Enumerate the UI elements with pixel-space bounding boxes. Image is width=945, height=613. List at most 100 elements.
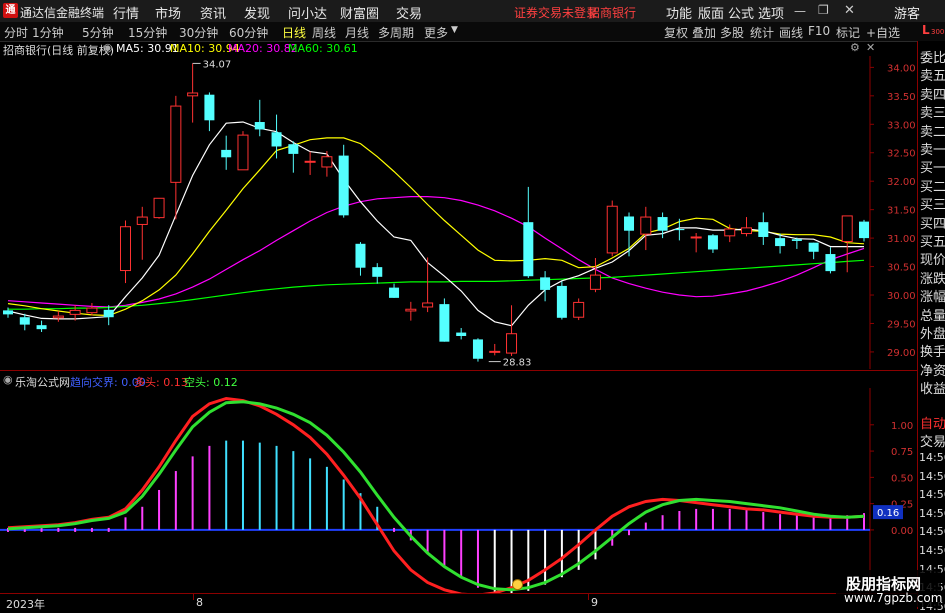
candle-body-down [808, 242, 819, 252]
add-favorite-button[interactable]: +自选 [866, 24, 900, 41]
indicator-settings-icon[interactable]: ◉ [3, 373, 13, 386]
candle-body-down [472, 339, 483, 359]
settings-icon[interactable]: ⚙ [850, 41, 860, 54]
period-1min[interactable]: 1分钟 [32, 24, 64, 41]
candle-body-up [321, 156, 333, 168]
candle-body-down [271, 132, 282, 147]
broker-name[interactable]: 招商银行 [588, 4, 636, 21]
candle-body-down [540, 277, 551, 290]
candle-body-down [791, 239, 802, 241]
panel-header: L 300 [919, 22, 945, 41]
period-tick[interactable]: 分时 [4, 24, 28, 41]
indicator-tick-label: 1.00 [891, 421, 913, 432]
watermark-url: www.7gpzb.com [844, 591, 943, 605]
candle-body-up [506, 333, 518, 354]
date-label-sep: 9 [591, 596, 598, 609]
minimize-icon[interactable]: — [794, 4, 806, 18]
menu-options[interactable]: 选项 [758, 3, 784, 22]
ma-settings-icon[interactable]: ◉ [103, 41, 113, 54]
pane-divider[interactable] [0, 370, 917, 371]
mark-button[interactable]: 标记 [836, 24, 860, 41]
trade-time: 14:56 [919, 451, 945, 464]
login-notice[interactable]: 证券交易未登录 [514, 4, 598, 21]
ma60-value: MA60: 30.61 [288, 42, 358, 55]
period-60min[interactable]: 60分钟 [229, 24, 268, 41]
candle-body-up [589, 274, 601, 290]
menu-wealth[interactable]: 财富圈 [340, 3, 379, 22]
indicator-chart[interactable]: 1.000.750.500.250.000.16 [0, 388, 917, 593]
period-daily[interactable]: 日线 [282, 24, 306, 41]
panel-item: 卖四 [920, 87, 945, 103]
stats-button[interactable]: 统计 [750, 24, 774, 41]
trade-time: 14:56 [919, 469, 945, 483]
overlay-button[interactable]: 叠加 [692, 24, 716, 41]
menu-formula[interactable]: 公式 [728, 3, 754, 22]
period-15min[interactable]: 15分钟 [128, 24, 167, 41]
candle-body-down [389, 287, 400, 298]
panel-item: 买二 [920, 179, 945, 195]
indicator-info-line: ◉ 乐淘公式网 趋向交界: 0.00 多头: 0.13 空头: 0.12 [0, 373, 400, 389]
menu-function[interactable]: 功能 [666, 3, 692, 22]
candle-body-down [3, 310, 13, 315]
restore-icon[interactable]: ❐ [818, 3, 829, 17]
menu-market[interactable]: 市场 [155, 3, 181, 22]
indicator-tick-label: 0.00 [891, 526, 913, 537]
candle-body-up [489, 350, 501, 353]
panel-header-number: 300 [931, 28, 945, 36]
candle-body-down [707, 235, 718, 250]
ma-line-ma5 [7, 121, 864, 327]
watermark: 股朋指标网 www.7gpzb.com [836, 570, 943, 607]
menu-ask[interactable]: 问小达 [288, 3, 327, 22]
chevron-down-icon[interactable]: ▼ [451, 25, 458, 35]
date-tick [193, 594, 194, 600]
menu-news[interactable]: 资讯 [200, 3, 226, 22]
quote-side-panel: 委比 卖五 卖四 卖三 卖二 卖一 买一 买二 买三 买四 买五 现价 涨跌 涨幅 总量 外盘 换手 净资 收益 自动… [917, 41, 945, 613]
candle-body-down [19, 317, 30, 325]
price-tick-label: 30.00 [887, 291, 916, 302]
price-tick-label: 30.50 [887, 263, 916, 274]
indicator-tick-label: 0.50 [891, 473, 913, 484]
f10-button[interactable]: F10 [808, 24, 830, 38]
candle-body-up [237, 134, 249, 171]
candle-body-down [36, 325, 47, 330]
price-tick-label: 31.00 [887, 234, 916, 245]
candlestick-chart[interactable]: 34.00 33.50 33.00 32.50 32.00 31.50 31.00 30.50… [0, 56, 917, 369]
tab-trade[interactable]: 交易 [920, 431, 945, 450]
period-monthly[interactable]: 月线 [345, 24, 369, 41]
multi-stock-button[interactable]: 多股 [720, 24, 744, 41]
panel-item: 外盘 [920, 327, 945, 342]
menu-trade[interactable]: 交易 [396, 3, 422, 22]
date-label-aug: 8 [196, 596, 203, 609]
period-weekly[interactable]: 周线 [312, 24, 336, 41]
high-annotation: 34.07 [203, 59, 232, 70]
candle-body-down [825, 254, 836, 272]
menu-quotes[interactable]: 行情 [113, 3, 139, 22]
close-chart-icon[interactable]: ✕ [866, 41, 875, 54]
tab-auto[interactable]: 自动 [920, 413, 945, 432]
menu-discover[interactable]: 发现 [244, 3, 270, 22]
candle-body-down [456, 332, 467, 336]
candle-body-up [841, 215, 853, 243]
draw-button[interactable]: 画线 [779, 24, 803, 41]
period-30min[interactable]: 30分钟 [179, 24, 218, 41]
app-name: 通达信金融终端 [20, 6, 105, 20]
date-tick [588, 594, 589, 600]
menu-layout[interactable]: 版面 [698, 3, 724, 22]
guest-label[interactable]: 游客 [894, 3, 920, 22]
period-5min[interactable]: 5分钟 [82, 24, 114, 41]
candle-body-down [288, 144, 299, 154]
period-multi[interactable]: 多周期 [378, 24, 414, 41]
candle-body-down [204, 94, 215, 121]
period-more[interactable]: 更多 [424, 24, 448, 41]
candle-body-up [153, 197, 165, 219]
panel-item: 涨幅 [920, 290, 945, 306]
price-tick-label: 29.50 [887, 319, 916, 330]
adjust-button[interactable]: 复权 [664, 24, 688, 41]
candle-body-up [170, 105, 182, 183]
trade-time: 14:56 [919, 525, 945, 539]
low-annotation: 28.83 [503, 358, 532, 369]
candle-body-down [657, 217, 668, 231]
close-icon[interactable]: ✕ [844, 3, 855, 18]
ma-line-ma10 [7, 137, 865, 317]
panel-item: 买一 [920, 161, 945, 177]
